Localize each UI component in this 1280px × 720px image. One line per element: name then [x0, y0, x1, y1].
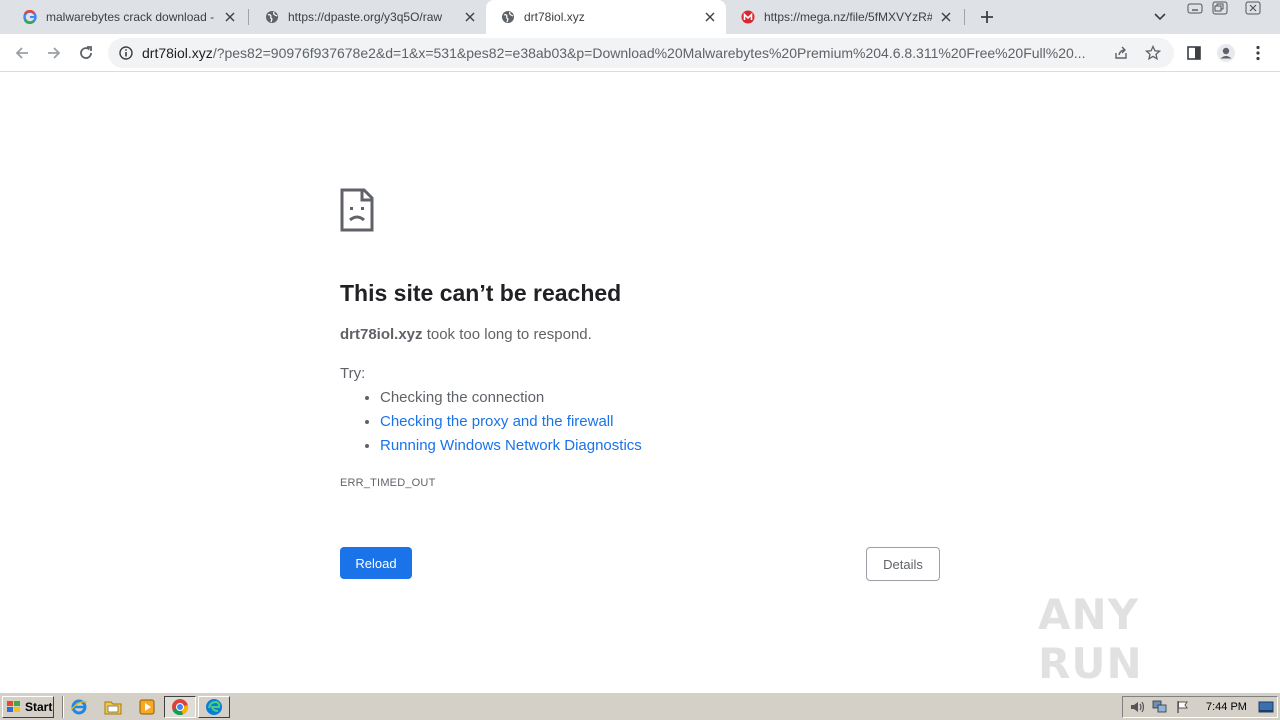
tab-title: https://dpaste.org/y3q5O/raw [288, 10, 443, 24]
anyrun-watermark: ANY RUN [1038, 590, 1238, 688]
profile-button[interactable] [1212, 39, 1240, 67]
address-bar[interactable]: drt78iol.xyz/?pes82=90976f937678e2&d=1&x… [108, 38, 1174, 68]
action-center-flag-icon[interactable] [1174, 699, 1192, 715]
share-button[interactable] [1112, 44, 1130, 62]
volume-icon[interactable] [1128, 699, 1146, 715]
tab-separator [248, 9, 249, 25]
reload-button[interactable]: Reload [340, 547, 412, 579]
network-icon[interactable] [1151, 699, 1169, 715]
arrow-left-icon [15, 47, 28, 59]
list-item: Checking the connection [380, 388, 642, 412]
edge-icon [206, 699, 222, 715]
start-button[interactable]: Start [2, 696, 54, 718]
avatar-icon [1217, 44, 1235, 62]
clock: 7:44 PM [1206, 701, 1247, 713]
refresh-icon [80, 46, 92, 59]
system-tray: 7:44 PM [1122, 696, 1278, 718]
error-code: ERR_TIMED_OUT [340, 477, 436, 489]
minimize-icon [1187, 3, 1203, 14]
list-item: Checking the proxy and the firewall [380, 412, 642, 436]
url-path: /?pes82=90976f937678e2&d=1&x=531&pes82=e… [212, 45, 1086, 61]
back-button[interactable] [8, 39, 36, 67]
taskbar-edge[interactable] [198, 696, 230, 718]
suggestion-text: Checking the connection [380, 389, 545, 406]
side-panel-icon [1187, 46, 1201, 60]
suggestion-list: Checking the connection Checking the pro… [380, 388, 642, 460]
close-window-button[interactable] [1242, 0, 1264, 16]
network-diagnostics-link[interactable]: Running Windows Network Diagnostics [380, 437, 642, 454]
tab-strip: malwarebytes crack download - Goo https:… [0, 0, 1280, 34]
quicklaunch-media[interactable] [136, 697, 158, 717]
tab-title: malwarebytes crack download - Goo [46, 10, 216, 24]
globe-icon [264, 9, 280, 25]
tab-title: drt78iol.xyz [524, 10, 585, 24]
windows-flag-icon [7, 701, 20, 712]
close-icon [1245, 1, 1261, 15]
tab-search-button[interactable] [1150, 7, 1170, 27]
show-desktop-icon[interactable] [1257, 699, 1275, 715]
restore-button[interactable] [1209, 0, 1231, 16]
menu-button[interactable] [1244, 39, 1272, 67]
taskbar: Start 7:44 PM [0, 692, 1280, 720]
url-host: drt78iol.xyz [142, 45, 213, 61]
info-icon[interactable] [118, 45, 134, 61]
taskbar-chrome[interactable] [164, 696, 196, 718]
mega-icon [740, 9, 756, 25]
arrow-right-icon [48, 47, 61, 59]
error-description: drt78iol.xyz took too long to respond. [340, 326, 592, 343]
try-label: Try: [340, 365, 366, 382]
globe-icon [500, 9, 516, 25]
proxy-firewall-link[interactable]: Checking the proxy and the firewall [380, 413, 613, 430]
taskbar-divider [62, 696, 64, 718]
tab-google-search[interactable]: malwarebytes crack download - Goo [8, 0, 246, 34]
internet-explorer-icon [70, 699, 88, 715]
error-host: drt78iol.xyz [340, 326, 423, 343]
plus-icon [981, 11, 993, 23]
new-tab-button[interactable] [974, 5, 1000, 29]
tab-drt78iol[interactable]: drt78iol.xyz [486, 0, 726, 34]
google-icon [22, 9, 38, 25]
media-player-icon [139, 699, 155, 715]
close-icon[interactable] [462, 9, 478, 25]
start-label: Start [25, 700, 53, 714]
reload-page-button[interactable] [72, 39, 100, 67]
close-icon[interactable] [938, 9, 954, 25]
restore-icon [1212, 1, 1228, 15]
chrome-icon [172, 699, 189, 716]
close-icon[interactable] [702, 9, 718, 25]
side-panel-button[interactable] [1180, 39, 1208, 67]
forward-button[interactable] [40, 39, 68, 67]
error-message: took too long to respond. [422, 326, 592, 343]
minimize-button[interactable] [1184, 0, 1206, 16]
list-item: Running Windows Network Diagnostics [380, 436, 642, 460]
tab-dpaste[interactable]: https://dpaste.org/y3q5O/raw [250, 0, 486, 34]
quicklaunch-ie[interactable] [68, 697, 90, 717]
url-text[interactable]: drt78iol.xyz/?pes82=90976f937678e2&d=1&x… [142, 45, 1102, 61]
star-icon [1145, 45, 1161, 61]
details-button[interactable]: Details [866, 547, 940, 581]
browser-toolbar: drt78iol.xyz/?pes82=90976f937678e2&d=1&x… [0, 34, 1280, 72]
tab-title: https://mega.nz/file/5fMXVYzR#2ym [764, 10, 932, 24]
quicklaunch-explorer[interactable] [102, 697, 124, 717]
sad-page-icon [340, 188, 374, 232]
tab-mega[interactable]: https://mega.nz/file/5fMXVYzR#2ym [726, 0, 962, 34]
folder-icon [104, 701, 122, 715]
kebab-menu-icon [1256, 45, 1260, 61]
share-icon [1115, 46, 1127, 59]
tab-separator [964, 9, 965, 25]
chevron-down-icon [1154, 13, 1166, 21]
bookmark-button[interactable] [1144, 44, 1162, 62]
watermark-text: ANY RUN [1038, 590, 1143, 688]
close-icon[interactable] [222, 9, 238, 25]
error-title: This site can’t be reached [340, 280, 622, 306]
